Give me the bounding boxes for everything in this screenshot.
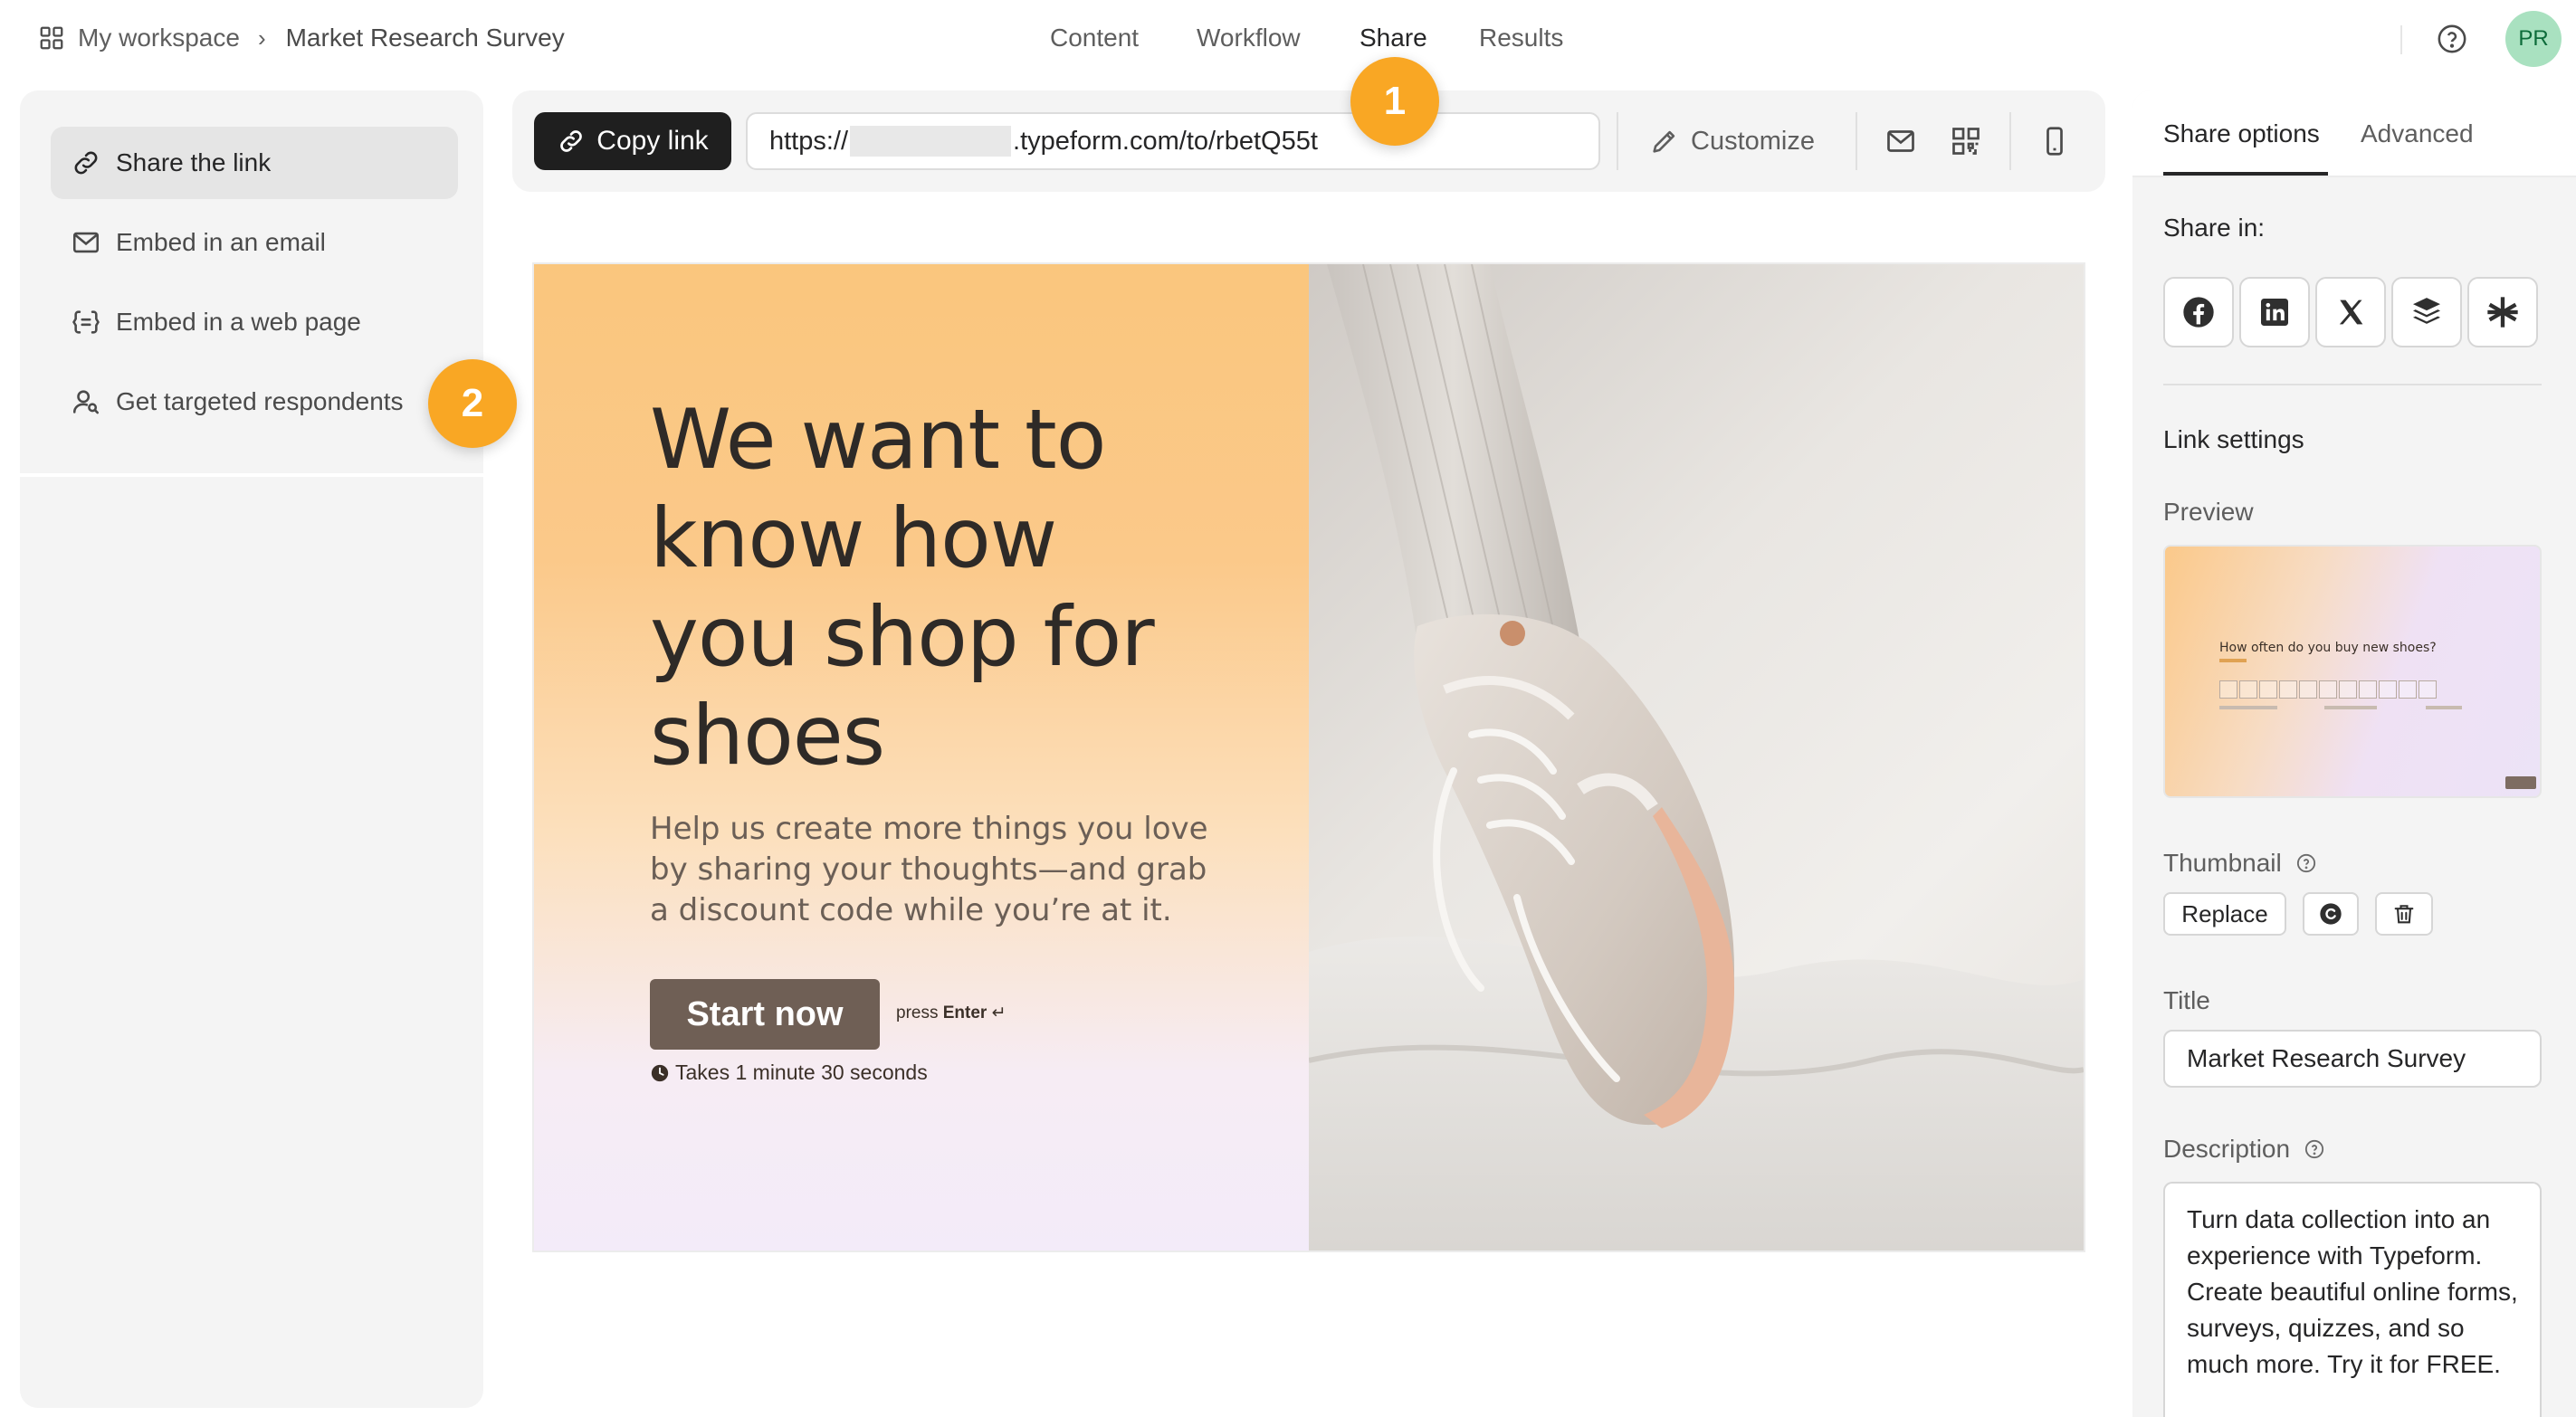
share-in-label: Share in: [2163, 214, 2266, 242]
sidebar-item-label: Get targeted respondents [116, 387, 404, 415]
customize-button[interactable]: Customize [1649, 112, 1815, 170]
link-icon [74, 151, 98, 175]
trash-icon [2394, 905, 2414, 924]
mobile-preview-icon[interactable] [2038, 125, 2071, 157]
linktree-icon [2487, 297, 2518, 328]
tab-share-options[interactable]: Share options [2163, 119, 2320, 148]
share-linktree-button[interactable] [2467, 277, 2538, 347]
tab-advanced[interactable]: Advanced [2361, 119, 2474, 148]
code-braces-icon [72, 310, 100, 334]
thumbnail-subtitle-bar [2219, 659, 2247, 662]
preview-label: Preview [2163, 498, 2254, 526]
info-icon[interactable] [2296, 853, 2316, 873]
tab-results[interactable]: Results [1479, 24, 1563, 52]
thumbnail-scale-label [2219, 706, 2277, 709]
delete-thumbnail-button[interactable] [2375, 892, 2433, 936]
tab-share[interactable]: Share [1360, 24, 1427, 52]
panel-divider [2163, 384, 2542, 385]
thumbnail-label: Thumbnail [2163, 849, 2316, 878]
top-bar: My workspace › Market Research Survey Co… [0, 0, 2576, 80]
toolbar-divider [1617, 112, 1618, 170]
sidebar-item-label: Embed in a web page [116, 308, 361, 336]
copy-link-button[interactable]: Copy link [534, 112, 731, 170]
share-x-button[interactable] [2315, 277, 2386, 347]
redacted-subdomain [850, 126, 1012, 157]
toolbar-divider [2009, 112, 2011, 170]
sidebar-item-embed-web[interactable]: Embed in a web page [51, 286, 458, 358]
welcome-description: Help us create more things you love by s… [650, 811, 1208, 928]
tab-workflow[interactable]: Workflow [1197, 24, 1301, 52]
workspace-grid-icon[interactable] [38, 24, 65, 52]
description-textarea[interactable]: Turn data collection into an experience … [2163, 1182, 2542, 1417]
reset-thumbnail-button[interactable] [2303, 892, 2359, 936]
share-buffer-button[interactable] [2391, 277, 2462, 347]
breadcrumb: My workspace › Market Research Survey [38, 24, 565, 52]
x-icon [2339, 300, 2363, 325]
breadcrumb-form-name[interactable]: Market Research Survey [286, 24, 565, 52]
title-input[interactable]: Market Research Survey [2163, 1030, 2542, 1088]
breadcrumb-workspace[interactable]: My workspace [78, 24, 240, 52]
facebook-icon [2183, 297, 2214, 328]
duration-text: Takes 1 minute 30 seconds [675, 1060, 928, 1084]
copy-link-label: Copy link [596, 126, 709, 156]
step-marker-2: 2 [428, 359, 517, 448]
qr-code-icon[interactable] [1950, 125, 1982, 157]
description-label-text: Description [2163, 1135, 2291, 1163]
enter-key-icon: ↵ [991, 1003, 1007, 1022]
replace-thumbnail-button[interactable]: Replace [2163, 892, 2286, 936]
link-icon [560, 130, 583, 152]
description-label: Description [2163, 1135, 2324, 1164]
time-to-complete: Takes 1 minute 30 seconds [650, 1060, 928, 1085]
info-icon[interactable] [2304, 1139, 2324, 1159]
enter-hint-key: Enter [942, 1003, 987, 1022]
enter-hint-prefix: press [896, 1003, 939, 1022]
link-settings-heading: Link settings [2163, 425, 2304, 453]
thumbnail-question: How often do you buy new shoes? [2219, 641, 2437, 655]
email-share-icon[interactable] [1884, 125, 1917, 157]
url-prefix: https:// [769, 126, 849, 156]
topbar-divider [2400, 25, 2402, 54]
linkedin-icon [2261, 299, 2288, 326]
avatar[interactable]: PR [2505, 11, 2562, 67]
step-marker-1: 1 [1350, 57, 1439, 146]
share-facebook-button[interactable] [2163, 277, 2234, 347]
breadcrumb-separator: › [257, 24, 266, 52]
sneaker-photo [1309, 264, 2084, 1251]
welcome-headline: We want to know how you shop for shoes [650, 393, 1155, 784]
share-url-field[interactable]: https:// .typeform.com/to/rbetQ55t [746, 112, 1600, 170]
clock-icon [651, 1064, 669, 1081]
customize-label: Customize [1691, 126, 1815, 156]
share-linkedin-button[interactable] [2239, 277, 2310, 347]
url-suffix: .typeform.com/to/rbetQ55t [1013, 126, 1318, 156]
toolbar-divider [1856, 112, 1857, 170]
link-preview-thumbnail: How often do you buy new shoes? [2163, 545, 2542, 798]
buffer-icon [2413, 298, 2440, 324]
thumbnail-label-text: Thumbnail [2163, 849, 2282, 877]
thumbnail-rating-scale [2219, 680, 2438, 699]
enter-hint: press Enter ↵ [896, 1003, 1007, 1023]
reset-icon [2320, 903, 2342, 925]
sidebar-divider [20, 473, 483, 477]
sidebar-item-embed-email[interactable]: Embed in an email [51, 206, 458, 279]
help-icon[interactable] [2437, 24, 2467, 54]
tab-content[interactable]: Content [1050, 24, 1139, 52]
active-tab-indicator [2163, 172, 2328, 176]
thumbnail-badge [2505, 776, 2536, 789]
start-now-button[interactable]: Start now [650, 979, 880, 1050]
envelope-icon [72, 232, 100, 253]
title-label: Title [2163, 986, 2210, 1014]
sidebar-item-share-link[interactable]: Share the link [51, 127, 458, 199]
pencil-icon [1653, 130, 1675, 153]
thumbnail-scale-label [2324, 706, 2377, 709]
person-search-icon [72, 390, 100, 414]
sneaker-illustration [1309, 264, 2084, 1251]
sidebar-item-label: Embed in an email [116, 228, 326, 256]
sidebar-item-label: Share the link [116, 148, 272, 176]
sidebar-item-targeted-respondents[interactable]: Get targeted respondents [51, 366, 458, 438]
thumbnail-scale-label [2426, 706, 2462, 709]
